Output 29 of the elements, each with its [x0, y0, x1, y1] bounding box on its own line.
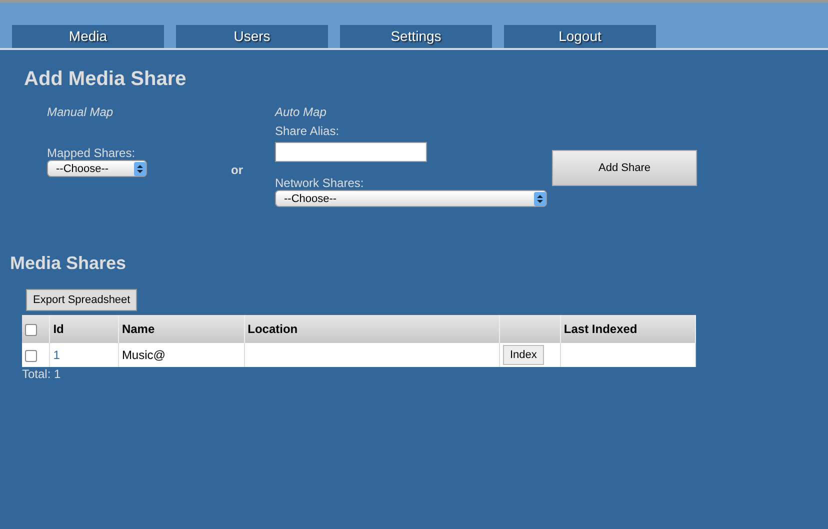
field-label: Network Shares: [275, 176, 364, 190]
total-count: Total: 1 [22, 367, 61, 381]
nav-tab[interactable]: Users [176, 25, 328, 48]
network-shares-select[interactable]: --Choose-- [275, 190, 547, 207]
column-header: Name [118, 315, 244, 343]
nav-tab[interactable]: Logout [504, 25, 656, 48]
row-checkbox[interactable] [25, 350, 37, 362]
stepper-icon [134, 162, 146, 176]
section-title: Media Shares [10, 253, 126, 274]
manual-map-heading: Manual Map [47, 105, 114, 119]
column-header: Location [244, 315, 500, 343]
export-button[interactable]: Export Spreadsheet [26, 289, 138, 311]
share-alias-field[interactable] [275, 142, 427, 162]
nav-tab[interactable]: Media [12, 25, 164, 48]
table-cell: Music@ [122, 348, 166, 362]
nav-tab[interactable]: Settings [340, 25, 492, 48]
auto-map-heading: Auto Map [275, 105, 326, 119]
stepper-icon [534, 192, 546, 206]
field-label: Mapped Shares: [47, 146, 136, 160]
column-header: Id [50, 315, 118, 343]
add-share-button[interactable]: Add Share [552, 150, 697, 186]
mapped-shares-select[interactable]: --Choose-- [47, 160, 147, 177]
column-header: Last Indexed [560, 315, 696, 343]
field-label: Share Alias: [275, 124, 340, 138]
index-button[interactable]: Index [502, 345, 544, 365]
or-separator: or [231, 163, 244, 177]
section-title: Add Media Share [24, 68, 186, 91]
select-all-checkbox[interactable] [25, 324, 37, 336]
id-link[interactable]: 1 [53, 348, 60, 362]
